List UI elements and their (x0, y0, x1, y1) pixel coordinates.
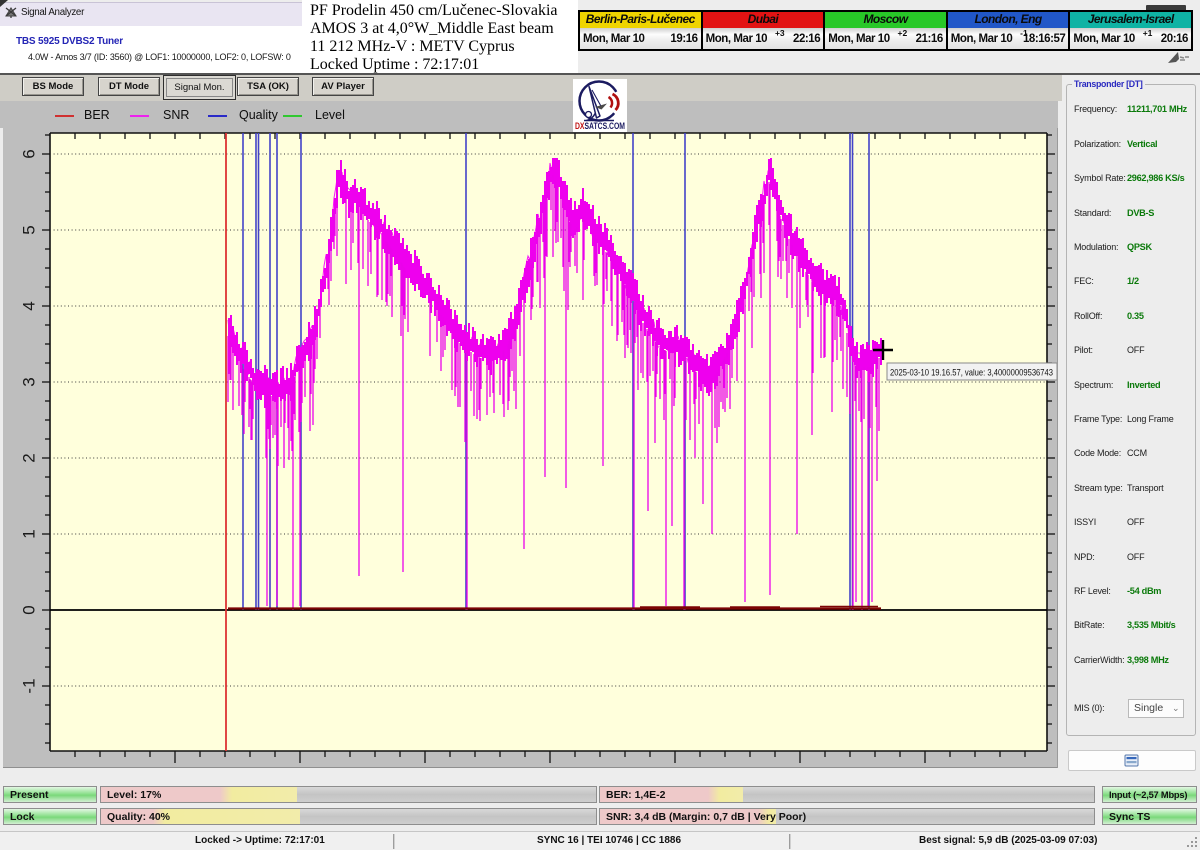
svg-text:6: 6 (20, 149, 39, 158)
svg-text:3: 3 (20, 377, 39, 386)
svg-text:DXSATCS.COM: DXSATCS.COM (575, 121, 625, 131)
svg-text:2: 2 (20, 453, 39, 462)
svg-text:4: 4 (20, 301, 39, 310)
svg-text:1: 1 (20, 529, 39, 538)
svg-text:0: 0 (20, 605, 39, 614)
svg-text:2025-03-10 19.16.57, value: 3,: 2025-03-10 19.16.57, value: 3,4000000953… (890, 368, 1053, 379)
svg-text:5: 5 (20, 225, 39, 234)
svg-text:-1: -1 (20, 678, 39, 693)
